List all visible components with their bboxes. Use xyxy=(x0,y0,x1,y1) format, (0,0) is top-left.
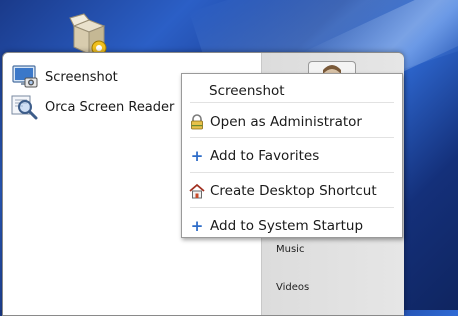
app-item-label: Orca Screen Reader xyxy=(45,99,175,115)
context-menu-title-label: Screenshot xyxy=(209,83,285,99)
menu-item-label: Add to Favorites xyxy=(210,148,320,164)
menu-separator xyxy=(190,102,394,103)
app-item-screenshot[interactable]: Screenshot xyxy=(11,63,118,91)
app-item-orca-screen-reader[interactable]: Orca Screen Reader xyxy=(11,93,174,121)
plus-icon: + xyxy=(190,146,204,165)
place-item-music[interactable]: Music xyxy=(276,244,304,255)
place-item-videos[interactable]: Videos xyxy=(276,282,309,293)
screenshot-icon xyxy=(11,64,39,90)
menu-item-add-to-favorites[interactable]: + Add to Favorites xyxy=(182,139,402,173)
plus-icon: + xyxy=(190,216,204,235)
app-item-label: Screenshot xyxy=(45,69,118,85)
menu-item-label: Add to System Startup xyxy=(210,218,364,234)
menu-item-create-desktop-shortcut[interactable]: Create Desktop Shortcut xyxy=(182,174,402,208)
screen-reader-icon xyxy=(11,94,39,120)
menu-item-label: Create Desktop Shortcut xyxy=(210,183,377,199)
menu-separator xyxy=(190,172,394,173)
menu-separator xyxy=(190,207,394,208)
menu-separator xyxy=(190,137,394,138)
package-icon[interactable] xyxy=(66,12,112,56)
lock-icon xyxy=(188,114,206,130)
menu-item-add-to-system-startup[interactable]: + Add to System Startup xyxy=(182,209,402,243)
menu-item-open-as-administrator[interactable]: Open as Administrator xyxy=(182,105,402,139)
menu-item-label: Open as Administrator xyxy=(210,114,362,130)
home-icon xyxy=(188,183,206,199)
context-menu: Screenshot Open as Administrator + Add t… xyxy=(181,73,403,238)
